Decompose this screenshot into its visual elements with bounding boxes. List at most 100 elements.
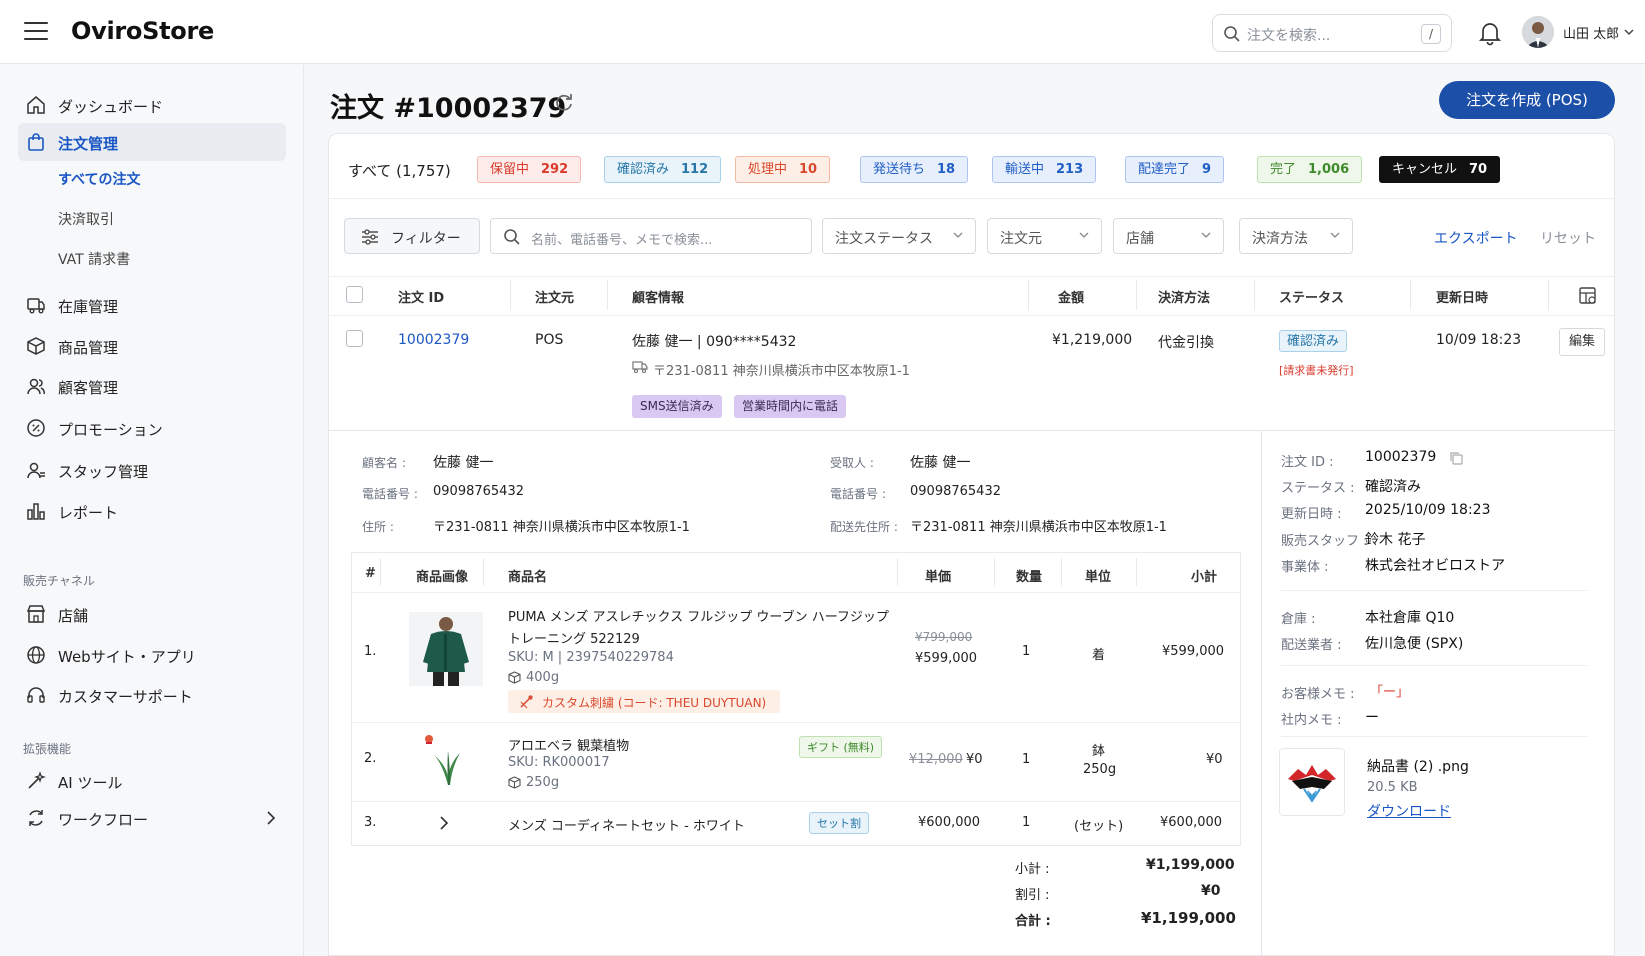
internal-memo-value: ー — [1365, 710, 1379, 726]
search-placeholder: 注文を検索... — [1247, 28, 1331, 44]
status-chip-1[interactable]: 確認済み 112 — [604, 156, 722, 183]
status-chip-6[interactable]: 完了 1,006 — [1257, 156, 1363, 183]
global-search-input[interactable]: 注文を検索... / — [1212, 14, 1452, 52]
quantity: 1 — [1022, 644, 1031, 659]
column-header: # — [365, 566, 376, 581]
column-header[interactable]: 金額 — [1058, 287, 1084, 306]
divider — [1136, 558, 1137, 586]
recipient-phone-label: 電話番号 : — [830, 487, 886, 501]
sidebar-item-label: 注文管理 — [58, 135, 119, 153]
sidebar-item-label: Webサイト・アプリ — [58, 648, 196, 666]
customer-address-label: 住所 : — [362, 520, 394, 534]
user-avatar[interactable] — [1522, 16, 1554, 48]
sidebar-subitem-payments[interactable]: 決済取引 — [58, 209, 114, 229]
sidebar-item-workflow[interactable]: ワークフロー — [18, 799, 286, 837]
sidebar-item-products[interactable]: 商品管理 — [18, 327, 286, 365]
sidebar-item-ai-tools[interactable]: AI ツール — [18, 762, 286, 800]
status-chip-4[interactable]: 輸送中 213 — [992, 156, 1097, 183]
column-header[interactable]: 顧客情報 — [632, 287, 684, 306]
row-checkbox[interactable] — [346, 330, 363, 347]
sidebar-item-dashboard[interactable]: ダッシュボード — [18, 86, 286, 124]
filter-button[interactable]: フィルター — [344, 218, 480, 254]
order-source-select[interactable]: 注文元 — [987, 218, 1102, 254]
divider — [1281, 665, 1587, 666]
column-header[interactable]: 更新日時 — [1436, 287, 1488, 306]
unit: 着 — [1092, 648, 1106, 663]
order-search-input[interactable]: 名前、電話番号、メモで検索... — [490, 218, 812, 254]
chevron-right-icon[interactable] — [439, 816, 449, 830]
order-id-label: 注文 ID : — [1281, 455, 1334, 470]
notification-bell-icon[interactable] — [1478, 20, 1502, 46]
sidebar-item-orders[interactable]: 注文管理 — [18, 123, 286, 161]
sidebar-item-inventory[interactable]: 在庫管理 — [18, 286, 286, 324]
tab-all-orders[interactable]: すべて (1,757) — [348, 160, 451, 181]
unit-weight: 250g — [1083, 762, 1117, 777]
updated-at: 10/09 18:23 — [1436, 332, 1522, 348]
menu-icon[interactable] — [24, 22, 48, 42]
payment-method-select[interactable]: 決済方法 — [1239, 218, 1353, 254]
invoice-file-thumbnail[interactable] — [1279, 748, 1345, 816]
status-chip-count: 9 — [1202, 162, 1212, 177]
sidebar-item-customers[interactable]: 顧客管理 — [18, 367, 286, 405]
column-header[interactable]: ステータス — [1279, 287, 1344, 306]
sidebar-item-staff[interactable]: スタッフ管理 — [18, 451, 286, 489]
sidebar-item-website-app[interactable]: Webサイト・アプリ — [18, 636, 286, 674]
column-header[interactable]: 決済方法 — [1158, 287, 1210, 306]
sidebar-item-promotions[interactable]: プロモーション — [18, 409, 286, 447]
column-header: 小計 — [1191, 570, 1218, 585]
staff-icon — [27, 462, 45, 479]
call-business-hours-tag: 営業時間内に電話 — [734, 395, 847, 418]
edit-button[interactable]: 編集 — [1559, 328, 1606, 356]
column-header[interactable]: 注文 ID — [398, 287, 444, 306]
unit-price: ¥600,000 — [918, 815, 981, 830]
sidebar-item-customer-support[interactable]: カスタマーサポート — [18, 676, 286, 714]
column-header[interactable]: 注文元 — [535, 287, 574, 306]
status-chip-7[interactable]: キャンセル 70 — [1379, 156, 1501, 183]
home-icon — [27, 96, 45, 114]
company-value: 株式会社オビロストア — [1365, 558, 1505, 574]
reset-link[interactable]: リセット — [1540, 228, 1596, 248]
status-chip-2[interactable]: 処理中 10 — [735, 156, 831, 183]
sidebar-item-label: ワークフロー — [58, 811, 149, 829]
order-id-link[interactable]: 10002379 — [398, 332, 469, 348]
sidebar-item-reports[interactable]: レポート — [18, 492, 286, 530]
globe-icon — [27, 646, 45, 664]
product-weight: 400g — [526, 670, 560, 685]
product-image-aloe[interactable] — [420, 733, 470, 787]
sidebar: ダッシュボード 注文管理 すべての注文 決済取引 VAT 請求書 在庫管理 商品… — [0, 65, 304, 956]
copy-icon[interactable] — [1449, 451, 1463, 465]
sidebar-item-label: スタッフ管理 — [58, 463, 149, 481]
create-order-pos-button[interactable]: 注文を作成 (POS) — [1439, 81, 1615, 119]
select-all-checkbox[interactable] — [346, 286, 363, 303]
product-image-jacket[interactable] — [409, 612, 483, 686]
unit-price: ¥0 — [966, 752, 983, 767]
store-select[interactable]: 店舗 — [1113, 218, 1224, 254]
refresh-icon[interactable] — [553, 91, 575, 113]
app-logo[interactable]: OviroStore — [71, 17, 214, 45]
user-name[interactable]: 山田 太郎 — [1563, 23, 1619, 42]
discount-label: 割引 : — [1015, 888, 1050, 903]
sidebar-subitem-all-orders[interactable]: すべての注文 — [58, 169, 140, 189]
select-label: 決済方法 — [1252, 231, 1308, 247]
sidebar-item-stores[interactable]: 店舗 — [18, 595, 286, 633]
status-chip-0[interactable]: 保留中 292 — [477, 156, 582, 183]
export-link[interactable]: エクスポート — [1434, 228, 1518, 248]
chevron-down-icon[interactable] — [1624, 28, 1634, 36]
customer-memo-label: お客様メモ : — [1281, 687, 1355, 702]
sidebar-subitem-vat-invoice[interactable]: VAT 請求書 — [58, 249, 130, 269]
store-icon — [26, 605, 46, 623]
warehouse-value: 本社倉庫 Q10 — [1365, 610, 1455, 626]
status-chip-5[interactable]: 配達完了 9 — [1125, 156, 1225, 183]
download-link[interactable]: ダウンロード — [1367, 801, 1451, 821]
chevron-right-icon — [267, 811, 276, 825]
status-chip-3[interactable]: 発送待ち 18 — [860, 156, 969, 183]
item-number: 1. — [364, 644, 377, 659]
sliders-icon — [362, 229, 378, 245]
status-value: 確認済み — [1365, 479, 1421, 495]
headset-icon — [27, 687, 45, 703]
column-header: 単価 — [925, 570, 952, 585]
customer-phone: 09098765432 — [433, 484, 524, 499]
order-status-select[interactable]: 注文ステータス — [822, 218, 976, 254]
product-name: PUMA メンズ アスレチックス フルジップ ウーブン ハーフジップ — [508, 610, 889, 625]
column-settings-icon[interactable] — [1579, 287, 1597, 305]
